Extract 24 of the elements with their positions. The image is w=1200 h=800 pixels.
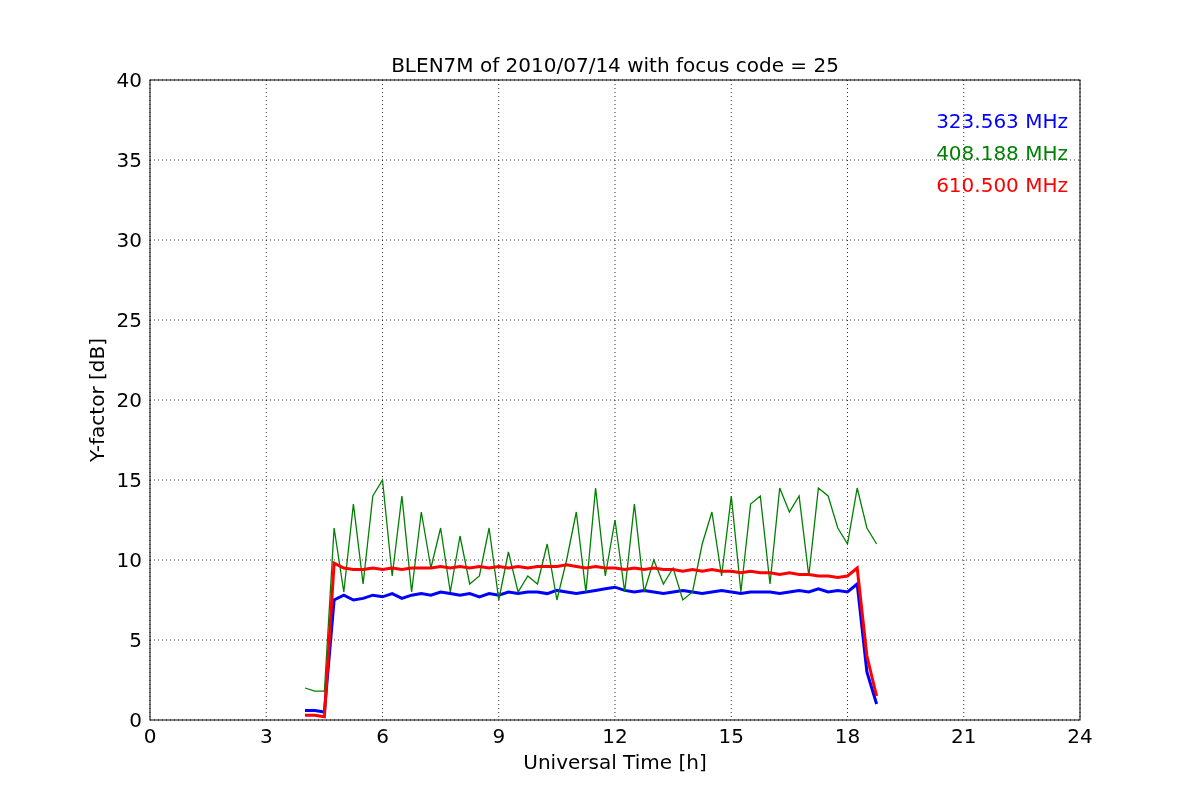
tick-label: 15 (116, 468, 142, 492)
tick-label: 21 (951, 724, 977, 748)
tick-label: 30 (116, 228, 142, 252)
tick-label: 20 (116, 388, 142, 412)
tick-label: 9 (492, 724, 506, 748)
tick-label: 24 (1067, 724, 1093, 748)
tick-label: 5 (129, 628, 142, 652)
tick-label: 18 (834, 724, 861, 748)
x-axis-label: Universal Time [h] (523, 750, 707, 774)
tick-label: 3 (259, 724, 273, 748)
y-axis-label: Y-factor [dB] (85, 338, 109, 462)
chart-title: BLEN7M of 2010/07/14 with focus code = 25 (391, 53, 839, 77)
tick-label: 25 (116, 308, 142, 332)
tick-label: 35 (116, 148, 142, 172)
tick-label: 0 (129, 708, 142, 732)
tick-label: 10 (116, 548, 142, 572)
tick-label: 6 (376, 724, 389, 748)
tick-label: 0 (143, 724, 157, 748)
tick-label: 15 (718, 724, 744, 748)
tick-label: 12 (602, 724, 628, 748)
legend-label: 323.563 MHz (936, 109, 1068, 133)
tick-label: 40 (116, 68, 142, 92)
legend-label: 610.500 MHz (936, 173, 1068, 197)
legend-label: 408.188 MHz (936, 141, 1068, 165)
